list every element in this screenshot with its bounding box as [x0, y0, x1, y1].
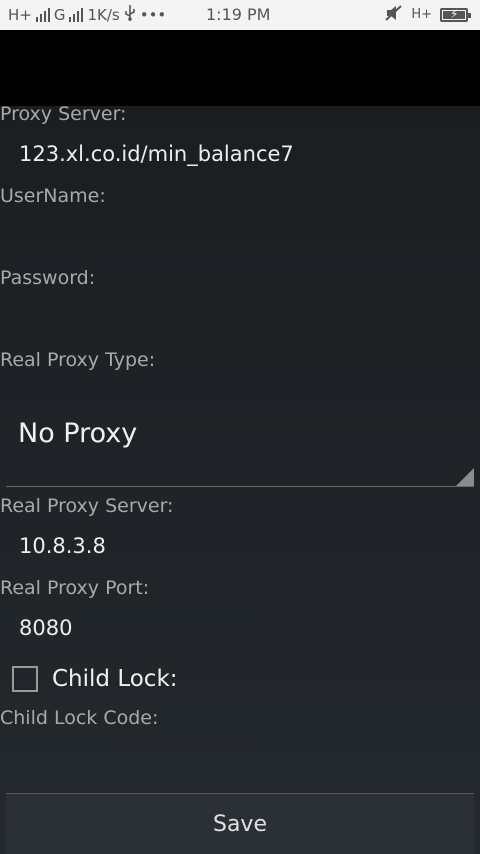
proxy-server-field[interactable]: 123.xl.co.id/min_balance7: [19, 142, 294, 166]
real-proxy-server-field[interactable]: 10.8.3.8: [19, 534, 106, 558]
network-type-2: G: [53, 6, 66, 24]
battery-icon: ⚡: [440, 7, 471, 22]
password-label: Password:: [0, 267, 96, 289]
network-type-1: H+: [8, 6, 32, 24]
child-lock-code-label: Child Lock Code:: [0, 707, 159, 729]
signal-bars-icon-2: [69, 8, 84, 22]
real-proxy-port-label: Real Proxy Port:: [0, 577, 150, 599]
child-lock-label: Child Lock:: [52, 666, 178, 692]
status-right: H+ ⚡: [385, 5, 471, 25]
username-label: UserName:: [0, 185, 106, 207]
dropdown-arrow-icon: [456, 468, 474, 486]
status-time: 1:19 PM: [206, 5, 271, 24]
status-left: H+ G 1K/s •••: [8, 5, 166, 25]
usb-icon: [124, 5, 136, 25]
child-lock-toggle[interactable]: Child Lock:: [12, 666, 178, 692]
network-speed: 1K/s: [87, 6, 120, 24]
signal-bars-icon: [35, 8, 50, 22]
network-type-3: H+: [411, 7, 432, 22]
save-button[interactable]: Save: [6, 793, 474, 854]
real-proxy-server-label: Real Proxy Server:: [0, 495, 174, 517]
mute-icon: [385, 5, 403, 25]
more-notifications-icon: •••: [139, 6, 167, 24]
proxy-server-label: Proxy Server:: [0, 103, 127, 125]
password-field[interactable]: [19, 306, 459, 334]
child-lock-checkbox[interactable]: [12, 666, 38, 692]
real-proxy-type-value: No Proxy: [18, 418, 138, 449]
real-proxy-type-dropdown[interactable]: No Proxy: [6, 394, 474, 487]
real-proxy-port-field[interactable]: 8080: [19, 616, 72, 640]
child-lock-code-field[interactable]: [19, 746, 459, 774]
username-field[interactable]: [19, 224, 459, 252]
settings-form: Proxy Server: 123.xl.co.id/min_balance7 …: [0, 103, 480, 854]
status-bar: H+ G 1K/s ••• 1:19 PM H+ ⚡: [0, 0, 480, 30]
top-bar: [0, 30, 480, 106]
real-proxy-type-label: Real Proxy Type:: [0, 349, 156, 371]
